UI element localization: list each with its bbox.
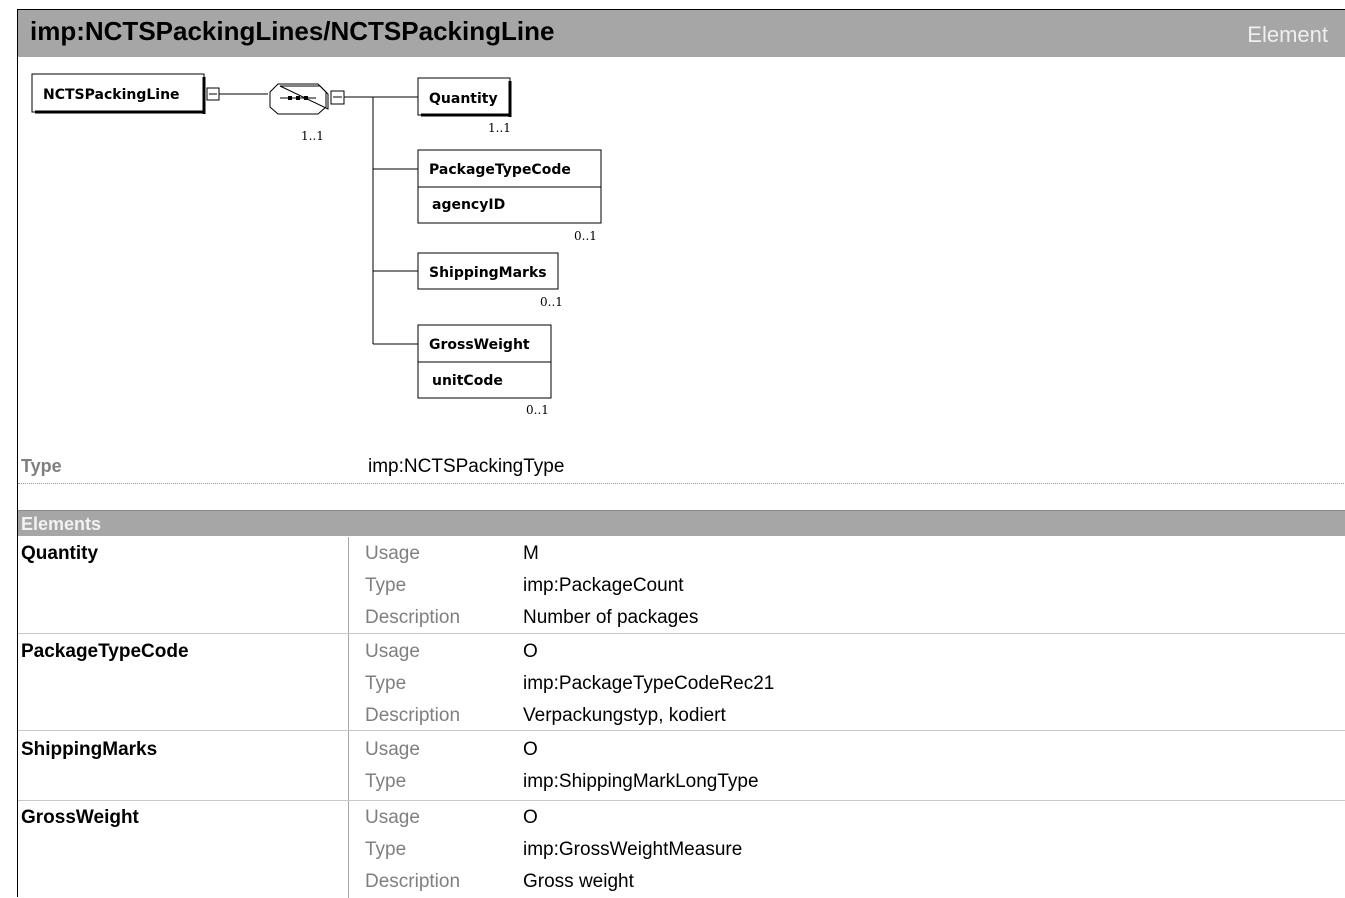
child-cardinality: 1..1 bbox=[488, 121, 511, 135]
field-value: O bbox=[523, 641, 538, 662]
child-element-quantity[interactable]: Quantity bbox=[417, 77, 512, 117]
column-divider bbox=[348, 537, 349, 633]
table-row: GrossWeight Usage O Type imp:GrossWeight… bbox=[18, 801, 1345, 898]
root-element-box[interactable]: NCTSPackingLine bbox=[31, 73, 206, 114]
field-key: Usage bbox=[365, 641, 420, 662]
field-value: Verpackungstyp, kodiert bbox=[523, 705, 726, 726]
table-row: PackageTypeCode Usage O Type imp:Package… bbox=[18, 634, 1345, 730]
table-row: ShippingMarks Usage O Type imp:ShippingM… bbox=[18, 731, 1345, 800]
divider bbox=[18, 483, 1345, 484]
type-label: Type bbox=[21, 456, 62, 476]
child-cardinality: 0..1 bbox=[526, 403, 549, 417]
child-label: PackageTypeCode bbox=[429, 162, 571, 178]
column-divider bbox=[348, 731, 349, 800]
field-value[interactable]: imp:PackageTypeCodeRec21 bbox=[523, 673, 774, 695]
element-name[interactable]: PackageTypeCode bbox=[21, 641, 189, 663]
child-label: Quantity bbox=[429, 91, 498, 107]
field-value[interactable]: imp:ShippingMarkLongType bbox=[523, 771, 759, 793]
child-element-shippingmarks[interactable]: ShippingMarks bbox=[417, 252, 559, 290]
element-name[interactable]: Quantity bbox=[21, 543, 98, 565]
field-value: Gross weight bbox=[523, 871, 634, 892]
field-key: Type bbox=[365, 771, 407, 792]
minus-box-icon[interactable] bbox=[330, 90, 345, 105]
child-label: GrossWeight bbox=[429, 337, 530, 353]
field-key: Type bbox=[365, 673, 407, 694]
element-doc-frame: imp:NCTSPackingLines/NCTSPackingLine Ele… bbox=[17, 9, 1345, 898]
sequence-compositor-icon[interactable] bbox=[269, 83, 329, 115]
root-element-label: NCTSPackingLine bbox=[43, 87, 180, 103]
child-label: ShippingMarks bbox=[429, 265, 547, 281]
element-name[interactable]: ShippingMarks bbox=[21, 739, 157, 761]
type-value[interactable]: imp:NCTSPackingType bbox=[368, 456, 564, 478]
field-key: Usage bbox=[365, 739, 420, 760]
column-divider bbox=[348, 801, 349, 898]
schema-diagram: NCTSPackingLine 1..1 Quantity 1..1 Packa… bbox=[31, 73, 602, 417]
field-value: M bbox=[523, 543, 539, 564]
field-value: O bbox=[523, 807, 538, 828]
field-key: Description bbox=[365, 607, 461, 628]
field-value: O bbox=[523, 739, 538, 760]
field-value: Number of packages bbox=[523, 607, 699, 628]
elements-section-header: Elements bbox=[18, 510, 1345, 536]
field-value[interactable]: imp:GrossWeightMeasure bbox=[523, 839, 742, 861]
sequence-cardinality: 1..1 bbox=[301, 129, 324, 143]
minus-box-icon[interactable] bbox=[206, 87, 220, 101]
field-key: Description bbox=[365, 705, 461, 726]
elements-section-title: Elements bbox=[21, 514, 102, 534]
child-cardinality: 0..1 bbox=[574, 229, 597, 243]
child-cardinality: 0..1 bbox=[540, 295, 563, 309]
child-element-packagetypecode[interactable]: PackageTypeCode agencyID bbox=[417, 149, 602, 224]
field-value[interactable]: imp:PackageCount bbox=[523, 575, 684, 597]
table-row: Quantity Usage M Type imp:PackageCount D… bbox=[18, 537, 1345, 633]
field-key: Type bbox=[365, 839, 407, 860]
column-divider bbox=[348, 634, 349, 730]
field-key: Usage bbox=[365, 807, 420, 828]
element-name[interactable]: GrossWeight bbox=[21, 807, 139, 829]
field-key: Type bbox=[365, 575, 407, 596]
child-element-grossweight[interactable]: GrossWeight unitCode bbox=[417, 324, 552, 399]
child-attribute-label: unitCode bbox=[432, 373, 503, 389]
child-attribute-label: agencyID bbox=[432, 197, 505, 213]
field-key: Usage bbox=[365, 543, 420, 564]
field-key: Description bbox=[365, 871, 461, 892]
